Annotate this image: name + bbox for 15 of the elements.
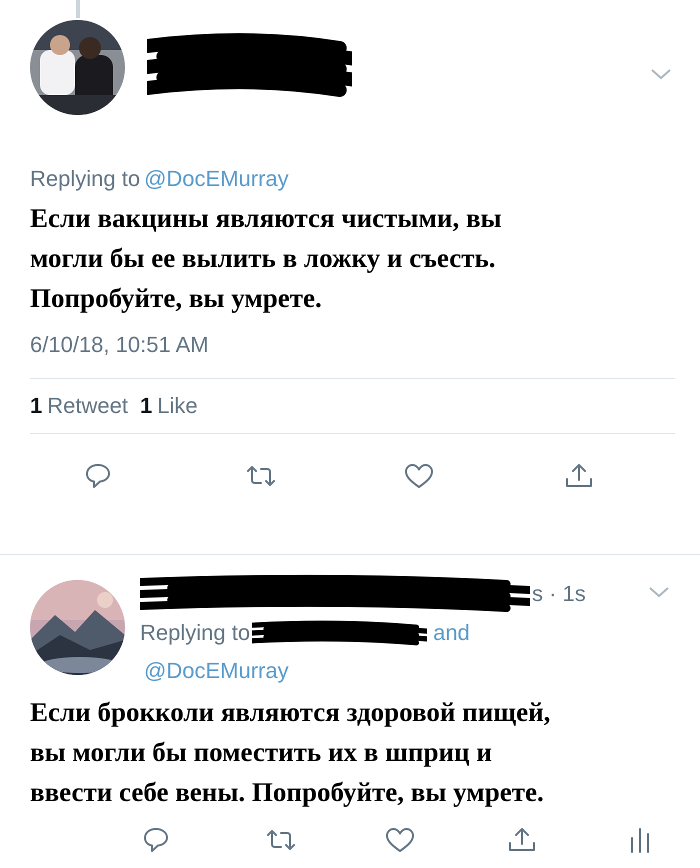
heart-icon[interactable] — [404, 462, 436, 490]
mention-link[interactable]: @DocEMurray — [144, 160, 289, 198]
stat-count: 1 — [140, 393, 152, 419]
stat-count: 1 — [30, 393, 42, 419]
replying-label: Replying to — [140, 619, 250, 647]
stat-label[interactable]: Like — [157, 393, 198, 419]
mention-link[interactable]: and — [433, 614, 470, 652]
tweet-text: Если вакцины являются чистыми, вы могли бы ее вылить в ложку и съесть. Попробуйте, вы умрете. — [30, 202, 503, 315]
replying-label: Replying to — [30, 165, 140, 193]
tweet-time: s · 1s — [532, 581, 586, 607]
tweet-text: Если брокколи являются здоровой пищей, вы могли бы поместить их в шприц и ввести себе вены. Попробуйте, вы умрете. — [30, 696, 552, 809]
stat-label[interactable]: Retweet — [47, 393, 128, 419]
mention-link[interactable]: @DocEMurray — [144, 652, 289, 690]
heart-icon[interactable] — [385, 826, 417, 854]
timestamp: 6/10/18, 10:51 AM — [30, 332, 675, 379]
